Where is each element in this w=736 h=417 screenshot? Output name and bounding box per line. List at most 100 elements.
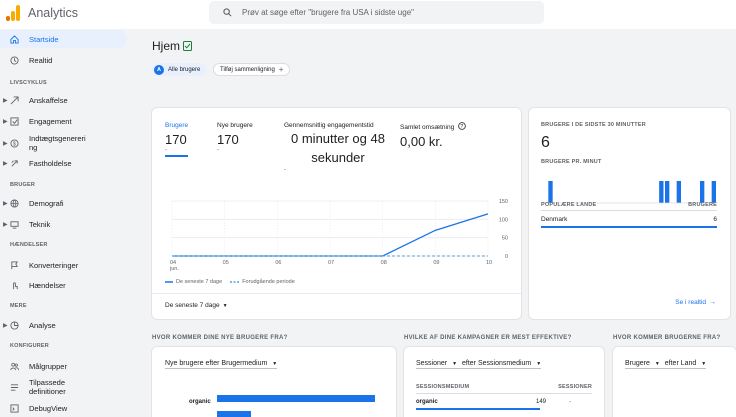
legend-line-previous — [230, 281, 240, 283]
audience-icon — [9, 361, 19, 371]
y-tick-label: 50 — [502, 236, 508, 242]
country-name: Denmark — [541, 216, 568, 223]
row-share-bar — [541, 226, 717, 228]
sidebar-item-events[interactable]: Hændelser — [0, 276, 127, 294]
col-sessions: SESSIONER — [558, 384, 592, 390]
organic-bar[interactable] — [217, 395, 375, 402]
country-selector[interactable]: Brugere ▼ efter Land ▼ — [625, 360, 707, 369]
sidebar-item-label: Fastholdelse — [29, 158, 72, 168]
page-title: Hjem — [152, 39, 181, 53]
metric-value: 0,00 kr. — [400, 134, 443, 149]
medium-name: organic — [416, 399, 438, 405]
minute-bar[interactable] — [665, 181, 670, 203]
metric-users[interactable]: Brugere 170 - — [165, 122, 189, 157]
caret-down-icon: ▼ — [452, 361, 458, 367]
series-line-current[interactable] — [172, 213, 489, 257]
table-row[interactable]: Denmark 6 — [541, 216, 717, 228]
segment-chip-all-users[interactable]: A Alle brugere — [152, 63, 207, 76]
sidebar-item-debugview[interactable]: DebugView — [0, 399, 127, 417]
sessions-delta: - — [569, 399, 571, 405]
caret-down-icon: ▼ — [536, 361, 542, 367]
home-icon — [9, 34, 19, 44]
minute-bar[interactable] — [659, 181, 664, 203]
sidebar-item-label: Demografi — [29, 198, 64, 208]
caret-down-icon: ▼ — [222, 302, 228, 309]
date-range-dropdown[interactable]: De seneste 7 dage ▼ — [165, 302, 228, 309]
metric-value: 0 minutter og 48 sekunder — [291, 131, 385, 165]
sidebar-item-acquisition[interactable]: ▶ Anskaffelse — [0, 91, 127, 109]
sidebar-item-realtime[interactable]: Realtid — [0, 51, 127, 69]
chart-legend: De seneste 7 dage Forudgående periode — [165, 279, 295, 285]
chevron-right-icon: ▶ — [3, 140, 8, 147]
users-from-card: Brugere ▼ efter Land ▼ — [613, 347, 736, 417]
sidebar-item-monetization[interactable]: ▶ $ Indtægtsgenereri ng — [0, 133, 127, 153]
row-share-bar — [416, 408, 540, 410]
selector-label: Nye brugere efter Brugermedium — [165, 360, 268, 367]
per-minute-bar-chart[interactable] — [529, 166, 730, 206]
x-tick-label: 05 — [223, 260, 229, 266]
app-title: Analytics — [28, 6, 79, 20]
new-users-selector[interactable]: Nye brugere efter Brugermedium ▼ — [165, 360, 278, 369]
sidebar-item-analysis[interactable]: ▶ Analyse — [0, 316, 127, 334]
y-tick-label: 150 — [499, 199, 508, 205]
sidebar-item-label: Analyse — [29, 320, 56, 330]
sidebar-item-conversions[interactable]: Konverteringer — [0, 256, 127, 274]
col-popular-countries: POPULÆRE LANDE — [541, 202, 597, 208]
arrow-right-icon: → — [709, 299, 716, 306]
device-icon — [9, 219, 19, 229]
per-minute-label: BRUGERE PR. MINUT — [541, 159, 602, 165]
acquisition-icon — [9, 95, 19, 105]
help-icon[interactable]: ? — [458, 122, 466, 130]
date-range-label: De seneste 7 dage — [165, 302, 220, 309]
legend-current-label: De seneste 7 dage — [176, 279, 223, 285]
table-row[interactable]: organic 149 - — [416, 399, 592, 413]
section-label-events: HÆNDELSER — [10, 242, 48, 248]
minute-bar[interactable] — [711, 181, 716, 203]
campaign-selector[interactable]: Sessioner ▼ efter Sessionsmedium ▼ — [416, 360, 542, 369]
metric-revenue[interactable]: Samlet omsætning ? 0,00 kr. — [400, 122, 466, 149]
segment-chip-label: Alle brugere — [168, 66, 201, 73]
definitions-icon — [9, 382, 19, 392]
sidebar-item-label: Indtægtsgenereri ng — [29, 134, 86, 152]
sidebar-item-engagement[interactable]: ▶ Engagement — [0, 112, 127, 130]
search-input[interactable] — [242, 8, 522, 17]
x-tick-label: 09 — [433, 260, 439, 266]
metric-label: Brugere — [165, 122, 189, 129]
chevron-right-icon: ▶ — [3, 221, 8, 228]
svg-text:$: $ — [12, 141, 15, 147]
view-realtime-link[interactable]: Se i realtid → — [675, 299, 716, 306]
sidebar-item-tech[interactable]: ▶ Teknik — [0, 215, 127, 233]
minute-bar[interactable] — [676, 181, 681, 203]
col-users: BRUGERE — [688, 202, 717, 208]
top-bar: Analytics — [0, 0, 736, 29]
report-icon[interactable] — [183, 41, 192, 51]
realtime-title: BRUGERE I DE SIDSTE 30 MINUTTER — [541, 122, 646, 128]
minute-bar[interactable] — [700, 181, 705, 203]
sidebar: Startside Realtid LIVSCYKLUS ▶ Anskaffel… — [0, 29, 135, 417]
metric-new-users[interactable]: Nye brugere 170 - — [217, 122, 253, 153]
sidebar-item-label: Konverteringer — [29, 260, 79, 270]
svg-text:?: ? — [460, 124, 463, 130]
sidebar-item-demographics[interactable]: ▶ Demografi — [0, 194, 127, 212]
sidebar-item-audiences[interactable]: Målgrupper — [0, 357, 127, 375]
search-bar[interactable] — [209, 1, 544, 24]
chevron-right-icon: ▶ — [3, 97, 8, 104]
y-tick-label: 0 — [505, 254, 508, 260]
country-users: 6 — [713, 216, 717, 223]
sidebar-item-home[interactable]: Startside — [0, 30, 127, 48]
add-comparison-button[interactable]: Tilføj sammenligning + — [213, 63, 291, 76]
chevron-right-icon: ▶ — [3, 160, 8, 167]
realtime-value: 6 — [541, 134, 550, 151]
sidebar-item-retention[interactable]: ▶ Fastholdelse — [0, 154, 127, 172]
analytics-logo-icon[interactable] — [6, 5, 20, 21]
world-map[interactable] — [613, 402, 736, 417]
metric-label: Gennemsnitlig engagementstid — [284, 122, 374, 129]
sidebar-item-label: Målgrupper — [29, 361, 67, 371]
secondary-bar[interactable] — [217, 411, 251, 417]
metric-delta: - — [165, 147, 167, 153]
minute-bar[interactable] — [548, 181, 553, 203]
sidebar-item-custom-definitions[interactable]: Tilpassede definitioner — [0, 377, 127, 397]
segment-badge: A — [154, 64, 164, 75]
metric-engagement-time[interactable]: Gennemsnitlig engagementstid 0 minutter … — [284, 122, 392, 173]
section-label-lifecycle: LIVSCYKLUS — [10, 80, 47, 86]
